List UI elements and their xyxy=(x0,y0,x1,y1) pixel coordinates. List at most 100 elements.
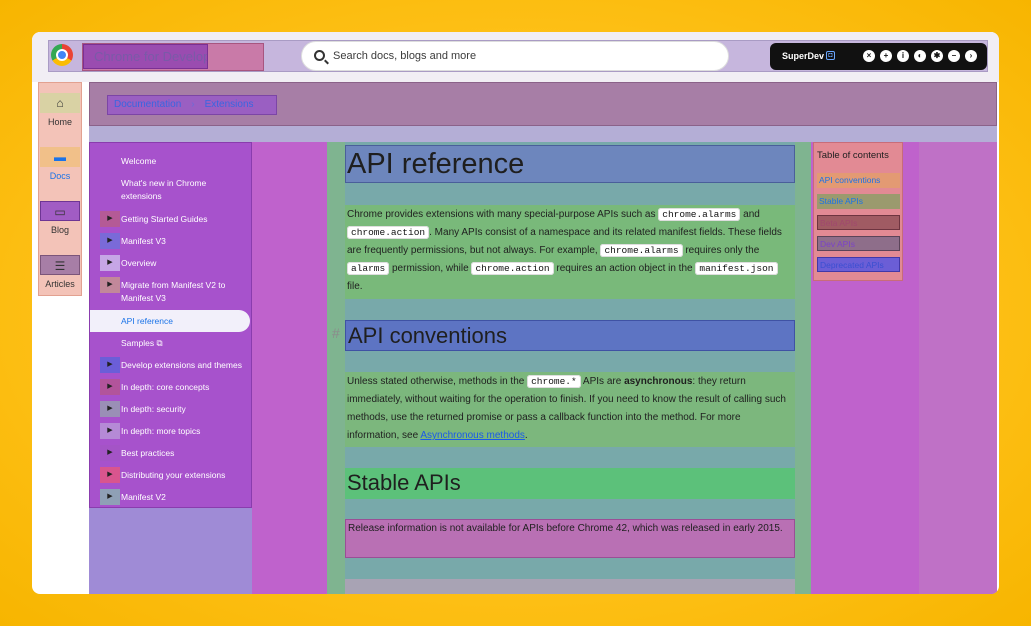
stable-apis-note: Release information is not available for… xyxy=(345,519,795,558)
rail-label: Blog xyxy=(50,225,69,235)
nav-item-label: API reference xyxy=(121,316,173,326)
heading-anchor-link[interactable]: # xyxy=(332,325,340,341)
toc-item-api-conventions[interactable]: API conventions xyxy=(817,173,900,188)
nav-item-label: Manifest V2 xyxy=(121,492,166,502)
text-run: . xyxy=(524,430,528,441)
toc-item-stable-apis[interactable]: Stable APIs xyxy=(817,194,900,209)
minimize-icon[interactable]: – xyxy=(948,50,960,62)
chevron-right-icon[interactable]: ▶ xyxy=(100,277,120,293)
superdev-badge-icon: ◘ xyxy=(826,51,835,60)
text-run: requires only the xyxy=(682,245,760,256)
toc-item-dev-apis[interactable]: Dev APIs xyxy=(817,236,900,251)
nav-item-label: In depth: security xyxy=(121,404,186,414)
nav-item-label: What's new in Chrome extensions xyxy=(121,178,207,201)
rail-item-docs[interactable]: ▬ Docs xyxy=(39,147,81,181)
inline-code: chrome.alarms xyxy=(658,208,741,221)
chevron-right-icon[interactable]: ▶ xyxy=(100,357,120,373)
rail-item-blog[interactable]: ▭ Blog xyxy=(39,201,81,235)
rail-item-home[interactable]: ⌂ Home xyxy=(39,93,81,127)
docs-icon: ▬ xyxy=(40,147,80,167)
nav-item-label: In depth: more topics xyxy=(121,426,201,436)
rail-label: Home xyxy=(47,117,72,127)
chevron-right-icon[interactable]: ▶ xyxy=(100,445,120,461)
inline-code: alarms xyxy=(347,262,390,275)
intro-paragraph: Chrome provides extensions with many spe… xyxy=(345,205,795,299)
browser-window: Chrome for Developers Search docs, blogs… xyxy=(32,32,999,594)
blog-icon: ▭ xyxy=(40,201,80,221)
toc-item-label: Dev APIs xyxy=(820,239,855,249)
rail-label: Docs xyxy=(49,171,71,181)
gutter-left xyxy=(252,142,327,594)
move-icon[interactable]: + xyxy=(880,50,892,62)
close-icon[interactable]: × xyxy=(863,50,875,62)
chevron-right-icon[interactable]: ▶ xyxy=(100,211,120,227)
text-run: Chrome provides extensions with many spe… xyxy=(347,209,659,220)
toc-item-label: API conventions xyxy=(819,175,881,185)
chevron-right-icon[interactable]: ▶ xyxy=(100,233,120,249)
table-of-contents: Table of contents API conventions Stable… xyxy=(813,142,903,281)
chevron-right-icon[interactable]: ▶ xyxy=(100,467,120,483)
chevron-right-icon[interactable]: ▶ xyxy=(100,379,120,395)
inline-code: chrome.alarms xyxy=(600,244,683,257)
superdev-label: SuperDev xyxy=(782,51,825,61)
nav-item-label: Welcome xyxy=(121,156,157,166)
nav-item-label: Distributing your extensions xyxy=(121,470,226,480)
text-run: file. xyxy=(347,281,363,292)
breadcrumb-link-extensions[interactable]: Extensions xyxy=(205,99,254,110)
nav-item-text: Samples xyxy=(121,338,155,348)
nav-item-label: Getting Started Guides xyxy=(121,214,208,224)
text-run: and xyxy=(740,209,760,220)
nav-item-label: Migrate from Manifest V2 to Manifest V3 xyxy=(121,280,226,303)
breadcrumb-bar: Documentation › Extensions xyxy=(89,82,997,126)
toc-item-label: Beta APIs xyxy=(820,218,858,228)
superdev-toolbar: SuperDev ◘ × + i ◐ ✱ – › xyxy=(770,43,987,70)
inline-code: chrome.action xyxy=(347,226,430,239)
chevron-right-icon[interactable]: ▶ xyxy=(100,423,120,439)
nav-item-api-reference[interactable]: API reference xyxy=(90,310,250,332)
conventions-paragraph: Unless stated otherwise, methods in the … xyxy=(345,372,795,447)
rail-item-articles[interactable]: ☰ Articles xyxy=(39,255,81,289)
breadcrumb-separator: › xyxy=(191,99,195,110)
async-methods-link[interactable]: Asynchronous methods xyxy=(420,430,525,441)
chevron-right-icon[interactable]: ▶ xyxy=(100,401,120,417)
text-run: Unless stated otherwise, methods in the xyxy=(347,376,528,387)
heading-api-conventions: API conventions xyxy=(345,320,795,351)
search-placeholder: Search docs, blogs and more xyxy=(333,50,477,62)
left-nav: Welcome What's new in Chrome extensions … xyxy=(89,142,252,508)
breadcrumb-link-documentation[interactable]: Documentation xyxy=(114,99,181,110)
inline-code: manifest.json xyxy=(695,262,778,275)
nav-item-label: Overview xyxy=(121,258,157,268)
text-run: permission, while xyxy=(389,263,472,274)
toc-item-beta-apis[interactable]: Beta APIs xyxy=(817,215,900,230)
dismiss-icon[interactable]: › xyxy=(965,50,977,62)
settings-icon[interactable]: ✱ xyxy=(931,50,943,62)
articles-icon: ☰ xyxy=(40,255,80,275)
nav-item-label: In depth: core concepts xyxy=(121,382,210,392)
search-icon xyxy=(314,50,325,61)
toc-item-label: Stable APIs xyxy=(819,196,863,206)
content-continuation xyxy=(345,579,795,594)
text-run: APIs are xyxy=(580,376,625,387)
brand-title[interactable]: Chrome for Developers xyxy=(83,44,208,69)
toc-item-deprecated-apis[interactable]: Deprecated APIs xyxy=(817,257,900,272)
text-run: requires an action object in the xyxy=(553,263,696,274)
breadcrumb: Documentation › Extensions xyxy=(107,95,277,115)
chrome-logo-icon[interactable] xyxy=(51,44,73,66)
chevron-right-icon[interactable]: ▶ xyxy=(100,255,120,271)
nav-rail: ⌂ Home ▬ Docs ▭ Blog ☰ Articles xyxy=(38,82,82,296)
home-icon: ⌂ xyxy=(40,93,80,113)
toc-title: Table of contents xyxy=(817,150,889,161)
toc-item-label: Deprecated APIs xyxy=(820,260,884,270)
chevron-right-icon[interactable]: ▶ xyxy=(100,489,120,505)
nav-item-label: Samples ⧉ xyxy=(121,337,163,350)
right-column-bg xyxy=(919,142,997,594)
heading-stable-apis: Stable APIs xyxy=(345,468,795,499)
tab-strip xyxy=(89,126,997,142)
inline-code: chrome.* xyxy=(527,375,581,388)
nav-item-label: Develop extensions and themes xyxy=(121,360,242,370)
top-app-bar: Chrome for Developers Search docs, blogs… xyxy=(32,32,999,82)
info-icon[interactable]: i xyxy=(897,50,909,62)
search-input[interactable]: Search docs, blogs and more xyxy=(301,41,729,71)
contrast-icon[interactable]: ◐ xyxy=(914,50,926,62)
nav-item-label: Best practices xyxy=(121,448,175,458)
